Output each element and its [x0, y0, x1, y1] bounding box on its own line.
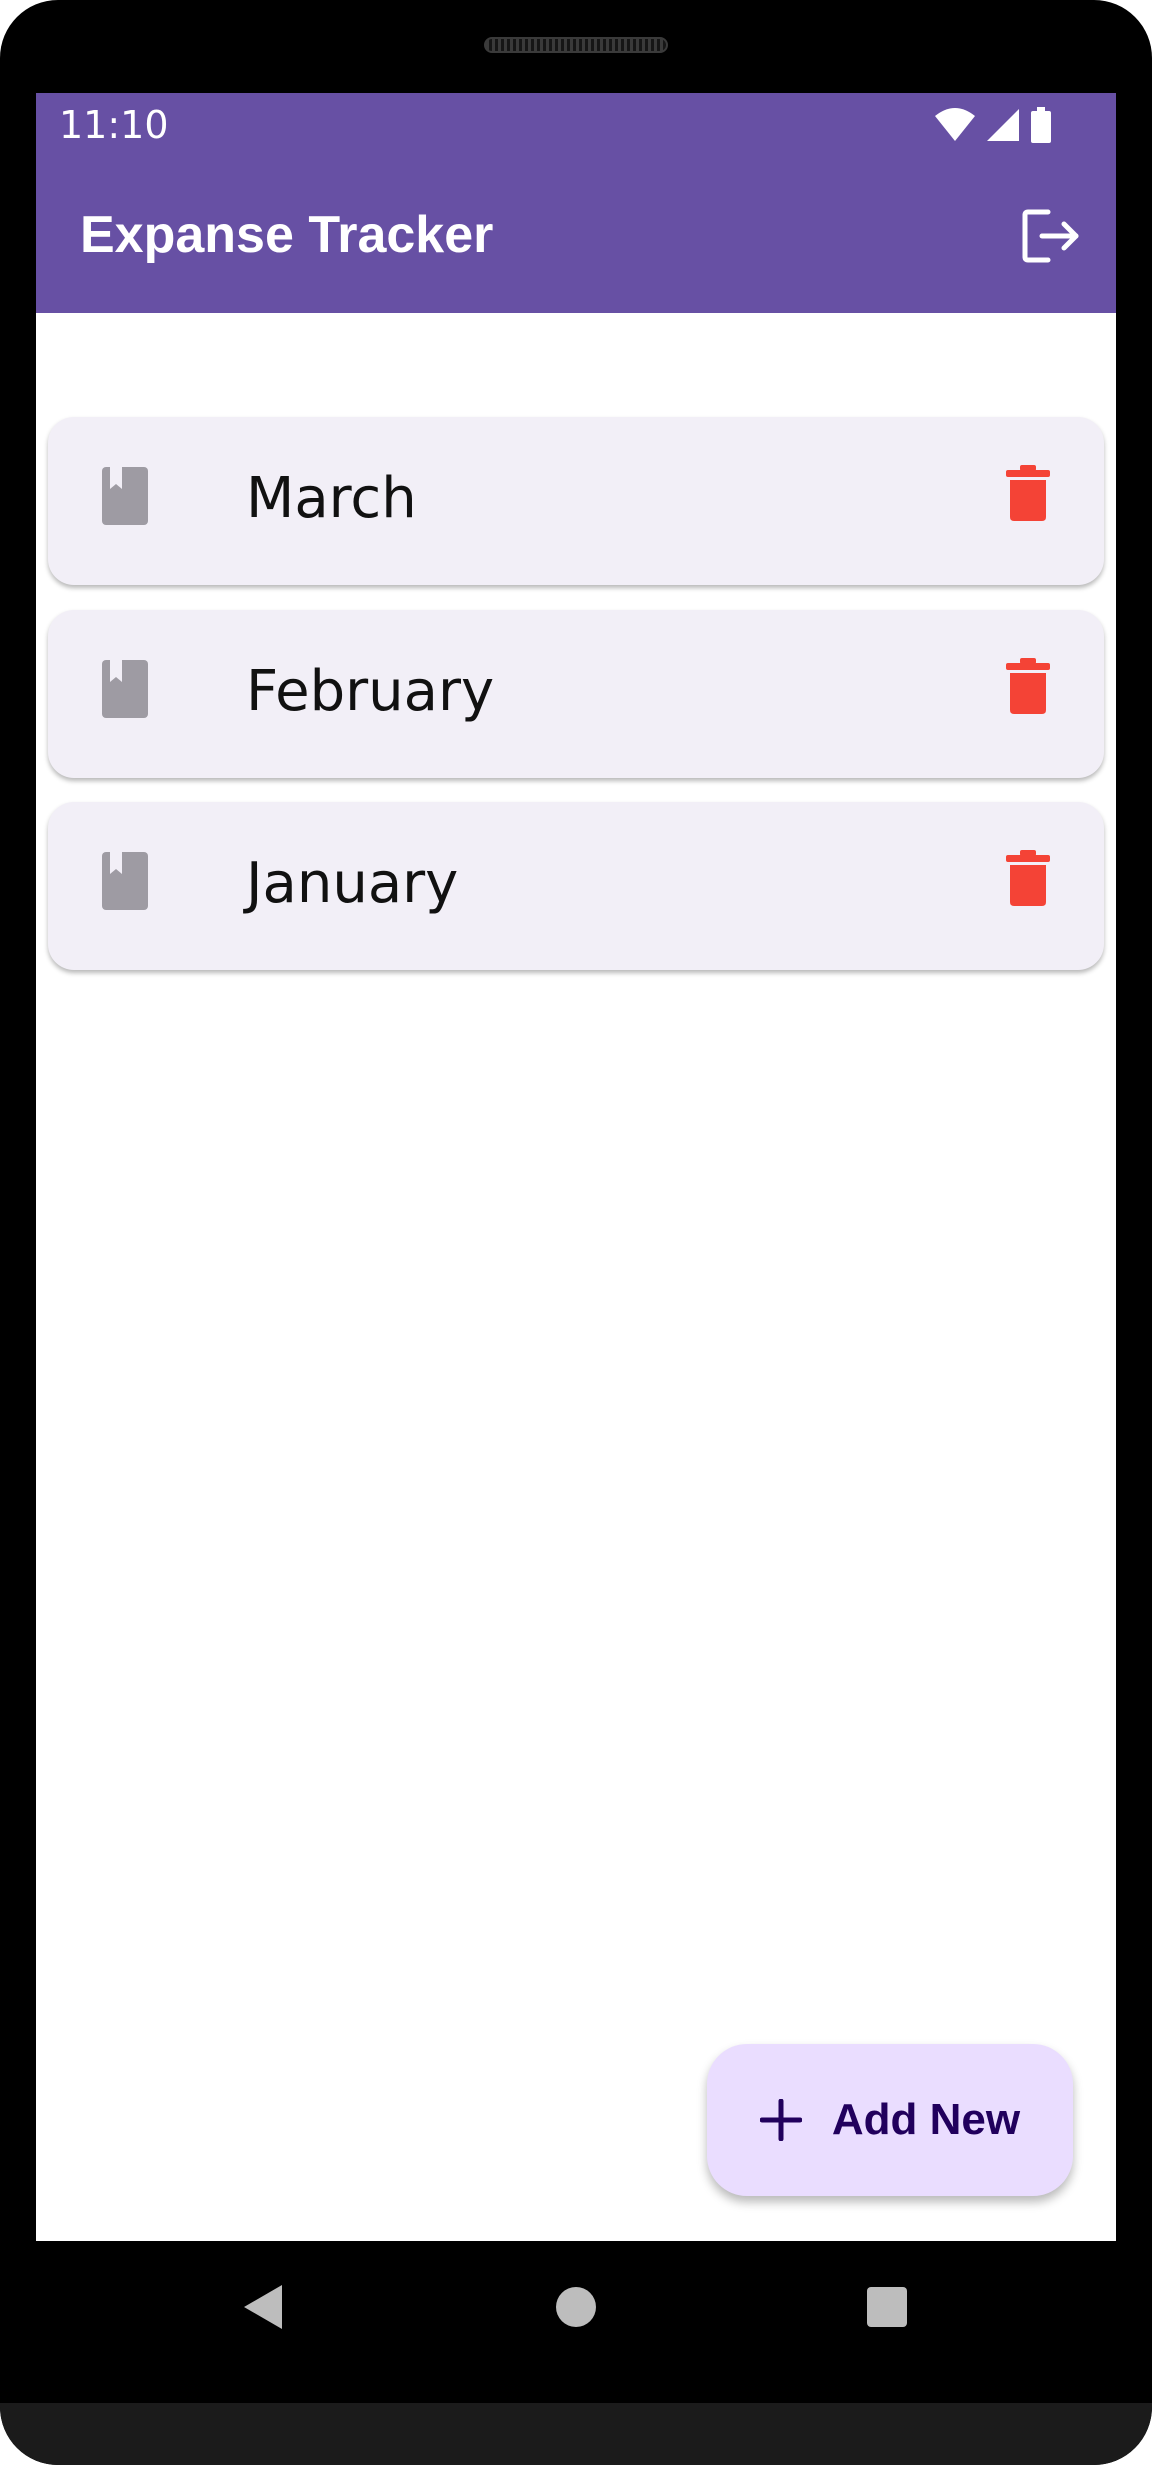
month-label: January: [246, 851, 459, 916]
earpiece-speaker: [484, 37, 668, 53]
top-app-bar: Expanse Tracker: [36, 159, 1116, 313]
list-item[interactable]: March: [48, 417, 1104, 585]
list-item[interactable]: January: [48, 802, 1104, 970]
home-icon: [556, 2287, 596, 2327]
book-icon: [102, 852, 148, 910]
battery-icon: [1031, 107, 1051, 143]
recents-button[interactable]: [845, 2265, 929, 2349]
add-new-button[interactable]: Add New: [707, 2044, 1073, 2196]
plus-icon: [759, 2099, 802, 2141]
status-time: 11:10: [59, 103, 169, 147]
month-label: March: [246, 466, 417, 531]
trash-icon[interactable]: [1006, 658, 1050, 714]
trash-icon[interactable]: [1006, 850, 1050, 906]
add-new-label: Add New: [831, 2095, 1021, 2144]
logout-button[interactable]: [1020, 205, 1082, 267]
phone-frame: 11:10 Expanse Tracker March February Jan…: [0, 0, 1152, 2465]
recents-icon: [867, 2287, 907, 2327]
logout-icon: [1022, 209, 1079, 263]
book-icon: [102, 660, 148, 718]
system-navigation-bar: [0, 2241, 1152, 2371]
back-button[interactable]: [220, 2265, 304, 2349]
trash-icon[interactable]: [1006, 465, 1050, 521]
app-title: Expanse Tracker: [80, 206, 494, 264]
status-bar: 11:10: [36, 93, 1116, 159]
cellular-signal-icon: [987, 109, 1019, 141]
wifi-icon: [935, 108, 975, 141]
status-icons: [934, 107, 1052, 143]
app-screen: 11:10 Expanse Tracker March February Jan…: [36, 93, 1116, 2241]
book-icon: [102, 467, 148, 525]
list-item[interactable]: February: [48, 610, 1104, 778]
home-button[interactable]: [534, 2265, 618, 2349]
back-icon: [244, 2285, 282, 2329]
month-label: February: [246, 659, 495, 724]
